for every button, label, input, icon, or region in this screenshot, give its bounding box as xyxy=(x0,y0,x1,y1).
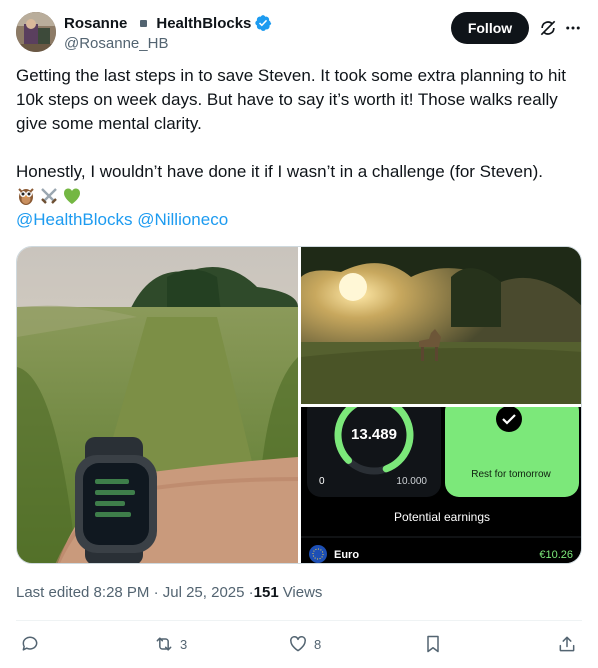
retweet-count: 3 xyxy=(180,636,188,652)
affiliation-badge-icon[interactable] xyxy=(140,19,148,27)
retweet-icon xyxy=(156,637,172,651)
crossed-swords-icon xyxy=(41,188,57,204)
views-count: 151 xyxy=(253,583,279,601)
app-screenshot[interactable]: 13.489 0 10.000 Rest for tomorrow Potent… xyxy=(301,407,581,563)
photo-deer-sunset[interactable] xyxy=(301,247,581,404)
photo-meadow-watch[interactable] xyxy=(17,247,298,563)
range-max: 10.000 xyxy=(396,476,427,487)
author-affiliation[interactable]: HealthBlocks xyxy=(156,15,251,32)
author-display-name[interactable]: Rosanne xyxy=(64,15,127,32)
verified-badge-icon[interactable] xyxy=(254,14,272,32)
share-button[interactable] xyxy=(557,632,577,656)
author-handle[interactable]: @Rosanne_HB xyxy=(64,35,272,52)
bookmark-icon xyxy=(427,635,439,653)
tweet-paragraph-1: Getting the last steps in to save Steven… xyxy=(16,66,566,133)
tweet-paragraph-2: Honestly, I wouldn’t have done it if I w… xyxy=(16,162,543,181)
divider xyxy=(16,620,582,621)
like-button[interactable]: 8 xyxy=(288,632,321,656)
heart-icon xyxy=(290,635,306,652)
currency-label: Euro xyxy=(334,549,359,561)
more-icon[interactable] xyxy=(564,18,582,38)
like-count: 8 xyxy=(314,636,322,652)
mention-nillioneco[interactable]: @Nillioneco xyxy=(137,210,228,229)
tweet-meta: Last edited 8:28 PM · Jul 25, 2025 · 151… xyxy=(16,582,322,602)
earnings-label: Potential earnings xyxy=(394,510,490,524)
grok-icon[interactable] xyxy=(538,18,558,38)
currency-amount: €10.26 xyxy=(539,549,573,561)
reply-button[interactable] xyxy=(20,632,46,656)
author-names: Rosanne HealthBlocks @Rosanne_HB xyxy=(64,13,272,52)
tweet-header: Rosanne HealthBlocks @Rosanne_HB Follow xyxy=(16,12,582,54)
media-grid: 13.489 0 10.000 Rest for tomorrow Potent… xyxy=(16,246,582,564)
reply-icon xyxy=(22,636,38,651)
avatar[interactable] xyxy=(16,12,56,52)
steps-value: 13.489 xyxy=(351,426,397,443)
share-icon xyxy=(559,636,575,652)
green-heart-icon xyxy=(63,188,81,204)
views-label: Views xyxy=(282,583,323,601)
emoji-row xyxy=(16,184,582,208)
action-bar: 3 8 xyxy=(16,632,582,656)
bookmark-button[interactable] xyxy=(423,632,443,656)
tweet-text: Getting the last steps in to save Steven… xyxy=(16,64,582,232)
follow-button[interactable]: Follow xyxy=(451,12,529,44)
mention-healthblocks[interactable]: @HealthBlocks xyxy=(16,210,132,229)
retweet-button[interactable]: 3 xyxy=(154,632,187,656)
edited-timestamp[interactable]: Last edited 8:28 PM · Jul 25, 2025 · xyxy=(16,584,254,601)
owl-emoji-icon xyxy=(18,188,34,205)
rest-label: Rest for tomorrow xyxy=(471,469,551,480)
range-min: 0 xyxy=(319,476,325,487)
